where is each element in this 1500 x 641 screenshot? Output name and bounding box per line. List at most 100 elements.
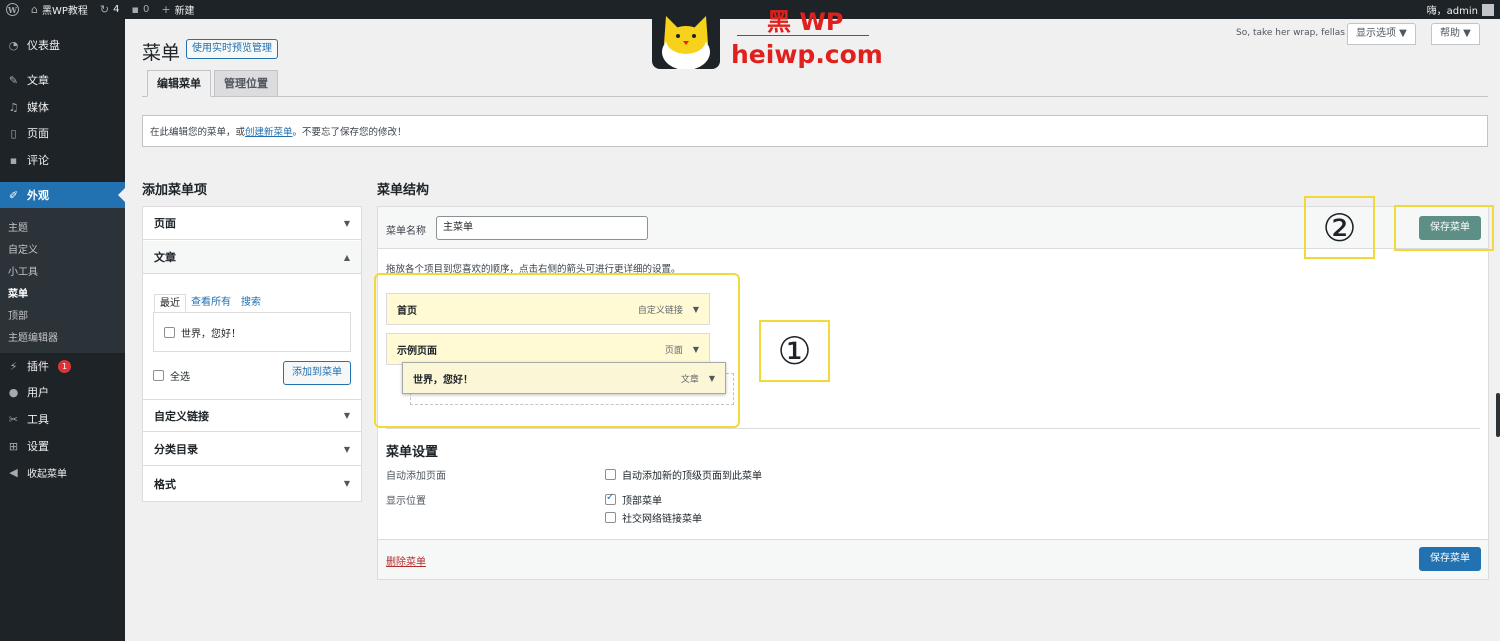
sidebar-item-label: 用户 — [27, 386, 49, 399]
collapse-menu-button[interactable]: ◀ 收起菜单 — [0, 459, 125, 485]
sidebar-item-label: 收起菜单 — [27, 468, 67, 480]
brush-icon: ✐ — [8, 188, 19, 202]
annotation-box-save — [1394, 205, 1494, 251]
tab-view-all[interactable]: 查看所有 — [186, 294, 236, 312]
accordion-pages[interactable]: 页面 ▼ — [143, 207, 361, 240]
settings-icon: ⊞ — [8, 439, 19, 453]
user-icon: ● — [8, 385, 19, 399]
wordpress-logo-icon: W — [6, 3, 19, 16]
manage-menus-notice: 在此编辑您的菜单，或 创建新菜单 。不要忘了保存您的修改！ — [142, 115, 1488, 147]
watermark-logo — [652, 12, 720, 70]
checklist-item[interactable]: 世界，您好！ — [164, 325, 241, 340]
accordion-categories[interactable]: 分类目录 ▼ — [143, 433, 361, 466]
auto-add-label: 自动添加页面 — [386, 471, 446, 482]
avatar — [1482, 3, 1494, 16]
select-all-checkbox[interactable] — [153, 370, 164, 381]
sidebar-item-tools[interactable]: ✂ 工具 — [0, 406, 125, 432]
watermark-url: heiwp.com — [731, 40, 883, 69]
location-label: 顶部菜单 — [622, 496, 662, 507]
main-content: 菜单 使用实时预览管理 So, take her wrap, fellas 显示… — [125, 8, 1500, 641]
location-top-menu[interactable]: 顶部菜单 — [605, 492, 662, 507]
sidebar-item-settings[interactable]: ⊞ 设置 — [0, 433, 125, 459]
site-name-link[interactable]: ⌂ 黑WP教程 — [25, 0, 94, 19]
sidebar-item-plugins[interactable]: ⚡ 插件 1 — [0, 353, 125, 379]
social-menu-checkbox[interactable] — [605, 512, 616, 523]
media-icon: ♫ — [8, 100, 19, 114]
submenu-item-theme-editor[interactable]: 主题编辑器 — [8, 329, 58, 344]
updates-icon: ↻ — [99, 3, 110, 16]
menu-settings-heading: 菜单设置 — [386, 445, 439, 460]
scrollbar-thumb[interactable] — [1496, 393, 1500, 437]
live-preview-button[interactable]: 使用实时预览管理 — [186, 39, 278, 59]
comments-link[interactable]: ▪ 0 — [126, 0, 156, 19]
auto-add-option-label: 自动添加新的顶级页面到此菜单 — [622, 471, 762, 482]
accordion-custom-links[interactable]: 自定义链接 ▼ — [143, 399, 361, 432]
sidebar-item-dashboard[interactable]: ◔ 仪表盘 — [0, 32, 125, 58]
cat-logo-icon — [662, 16, 710, 70]
tab-manage-locations[interactable]: 管理位置 — [214, 70, 278, 97]
add-items-heading: 添加菜单项 — [142, 183, 208, 198]
accordion-title: 自定义链接 — [154, 409, 209, 423]
location-label: 社交网络链接菜单 — [622, 514, 702, 525]
sidebar-item-media[interactable]: ♫ 媒体 — [0, 94, 125, 120]
create-new-menu-link[interactable]: 创建新菜单 — [245, 124, 293, 138]
tagline: So, take her wrap, fellas — [1236, 28, 1345, 38]
sidebar-item-pages[interactable]: ▯ 页面 — [0, 120, 125, 146]
sidebar-item-comments[interactable]: ▪ 评论 — [0, 147, 125, 173]
sidebar-item-label: 仪表盘 — [27, 39, 60, 52]
annotation-marker-2: ② — [1304, 196, 1375, 259]
posts-tabs: 最近 查看所有 搜索 — [154, 294, 266, 312]
comment-bubble-icon: ▪ — [131, 3, 139, 16]
sidebar-item-label: 工具 — [27, 413, 49, 426]
my-account-link[interactable]: 嗨，admin — [1421, 0, 1500, 19]
location-social-menu[interactable]: 社交网络链接菜单 — [605, 510, 702, 525]
wordpress-logo-button[interactable]: W — [0, 0, 25, 19]
accordion-posts[interactable]: 文章 ▲ — [143, 241, 361, 274]
wrench-icon: ✂ — [8, 412, 19, 426]
menu-name-label: 菜单名称 — [386, 226, 426, 237]
submenu-item-themes[interactable]: 主题 — [8, 219, 28, 234]
submenu-item-widgets[interactable]: 小工具 — [8, 263, 38, 278]
submenu-item-header[interactable]: 顶部 — [8, 307, 28, 322]
help-button[interactable]: 帮助 ▼ — [1431, 23, 1480, 45]
page-icon: ▯ — [10, 126, 17, 140]
delete-menu-link[interactable]: 删除菜单 — [386, 553, 426, 568]
tab-search[interactable]: 搜索 — [236, 294, 266, 312]
admin-sidebar: ◔ 仪表盘 ✎ 文章 ♫ 媒体 ▯ 页面 ▪ 评论 ✐ 外观 主题 自定义 小工… — [0, 19, 125, 641]
new-label: 新建 — [174, 6, 195, 17]
sidebar-item-label: 插件 — [27, 360, 49, 373]
accordion-formats[interactable]: 格式 ▼ — [143, 467, 361, 500]
sidebar-item-posts[interactable]: ✎ 文章 — [0, 67, 125, 93]
sidebar-item-label: 评论 — [27, 154, 49, 167]
new-content-link[interactable]: + 新建 — [155, 0, 200, 19]
accordion-title: 分类目录 — [154, 443, 198, 456]
menu-structure-heading: 菜单结构 — [377, 183, 430, 198]
annotation-box-menu-items — [374, 273, 740, 428]
submenu-item-menus[interactable]: 菜单 — [8, 285, 28, 300]
sidebar-item-label: 页面 — [27, 127, 49, 140]
sidebar-item-appearance[interactable]: ✐ 外观 — [0, 182, 125, 208]
select-all-control[interactable]: 全选 — [153, 368, 190, 383]
add-to-menu-button[interactable]: 添加到菜单 — [283, 361, 351, 385]
updates-link[interactable]: ↻ 4 — [94, 0, 126, 19]
top-menu-checkbox[interactable] — [605, 492, 616, 505]
updates-count: 4 — [113, 4, 120, 15]
auto-add-option[interactable]: 自动添加新的顶级页面到此菜单 — [605, 467, 762, 482]
tab-most-recent[interactable]: 最近 — [154, 294, 186, 312]
posts-checklist: 世界，您好！ — [153, 312, 351, 352]
chevron-down-icon: ▼ — [343, 479, 350, 488]
menu-name-input[interactable]: 主菜单 — [436, 216, 648, 240]
collapse-icon: ◀ — [9, 465, 18, 479]
tab-edit-menus[interactable]: 编辑菜单 — [147, 70, 211, 97]
submenu-item-customize[interactable]: 自定义 — [8, 241, 38, 256]
post-option-label: 世界，您好！ — [181, 329, 241, 340]
chevron-down-icon: ▼ — [343, 444, 350, 454]
post-checkbox[interactable] — [164, 327, 175, 338]
sidebar-item-users[interactable]: ● 用户 — [0, 379, 125, 405]
save-menu-button-bottom[interactable]: 保存菜单 — [1419, 547, 1481, 571]
screen-options-button[interactable]: 显示选项 ▼ — [1347, 23, 1416, 45]
plus-icon: + — [161, 3, 171, 16]
chevron-up-icon: ▲ — [343, 252, 350, 262]
auto-add-checkbox[interactable] — [605, 469, 616, 480]
accordion-title: 格式 — [154, 477, 176, 491]
